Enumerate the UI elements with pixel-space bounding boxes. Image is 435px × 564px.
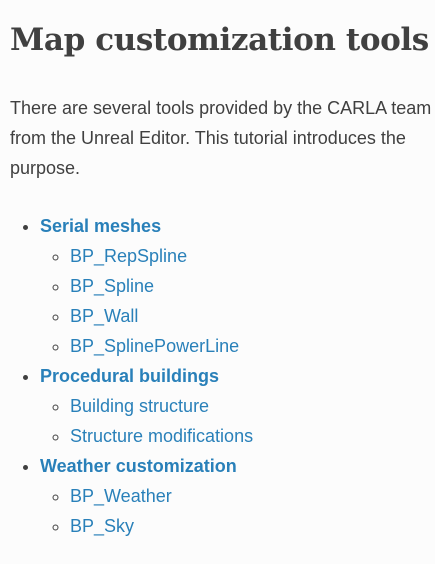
toc-link-bp-wall[interactable]: BP_Wall — [70, 306, 138, 326]
page-title: Map customization tools — [10, 22, 429, 58]
toc-link-bp-repspline[interactable]: BP_RepSpline — [70, 246, 187, 266]
toc-sublist: BP_Weather BP_Sky — [40, 481, 253, 541]
intro-line: from the Unreal Editor. This tutorial in… — [10, 128, 406, 148]
toc-subitem: BP_Sky — [70, 511, 253, 541]
toc-link-bp-weather[interactable]: BP_Weather — [70, 486, 172, 506]
toc-subitem: BP_Wall — [70, 301, 253, 331]
toc-sublist: Building structure Structure modificatio… — [40, 391, 253, 451]
intro-line: purpose. — [10, 158, 81, 178]
toc-subitem: BP_SplinePowerLine — [70, 331, 253, 361]
intro-line: There are several tools provided by the … — [10, 98, 432, 118]
toc-subitem: Building structure — [70, 391, 253, 421]
toc-link-bp-sky[interactable]: BP_Sky — [70, 516, 134, 536]
toc-subitem: BP_Spline — [70, 271, 253, 301]
toc-subitem: BP_Weather — [70, 481, 253, 511]
toc-link-procedural-buildings[interactable]: Procedural buildings — [40, 366, 219, 386]
toc-section: Procedural buildings Building structure … — [40, 361, 253, 451]
toc-link-building-structure[interactable]: Building structure — [70, 396, 209, 416]
toc-section: Weather customization BP_Weather BP_Sky — [40, 451, 253, 541]
toc-section: Serial meshes BP_RepSpline BP_Spline BP_… — [40, 211, 253, 361]
toc-link-structure-modifications[interactable]: Structure modifications — [70, 426, 253, 446]
toc-link-weather-customization[interactable]: Weather customization — [40, 456, 237, 476]
toc-link-bp-splinepowerline[interactable]: BP_SplinePowerLine — [70, 336, 239, 356]
toc-link-serial-meshes[interactable]: Serial meshes — [40, 216, 161, 236]
toc-link-bp-spline[interactable]: BP_Spline — [70, 276, 154, 296]
toc-sublist: BP_RepSpline BP_Spline BP_Wall BP_Spline… — [40, 241, 253, 361]
table-of-contents: Serial meshes BP_RepSpline BP_Spline BP_… — [10, 211, 253, 541]
document-content: Map customization tools There are severa… — [10, 0, 435, 564]
toc-subitem: Structure modifications — [70, 421, 253, 451]
toc-subitem: BP_RepSpline — [70, 241, 253, 271]
intro-paragraph: There are several tools provided by the … — [10, 93, 435, 183]
